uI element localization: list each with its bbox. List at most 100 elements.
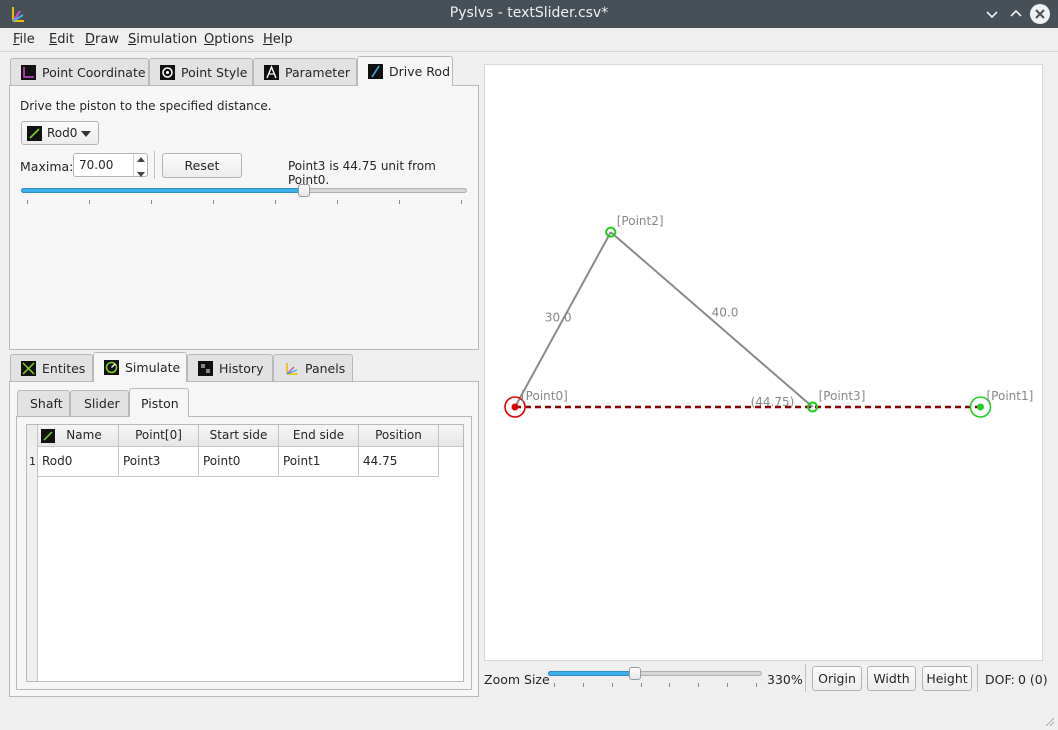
tab-label: Parameter bbox=[285, 65, 351, 80]
parameter-icon bbox=[264, 65, 279, 80]
menu-bar: File Edit Draw Simulation Options Help bbox=[0, 28, 1058, 52]
height-button[interactable]: Height bbox=[922, 666, 972, 691]
separator bbox=[154, 151, 155, 179]
link-length-label: 30.0 bbox=[545, 311, 572, 325]
column-header-start-side[interactable]: Start side bbox=[199, 425, 279, 447]
slider-tick bbox=[669, 683, 670, 687]
slider-fill bbox=[548, 671, 635, 676]
tab-label: Simulate bbox=[125, 360, 181, 375]
slider-tick bbox=[399, 200, 400, 204]
tab-slider[interactable]: Slider bbox=[70, 390, 129, 416]
tab-label: Entites bbox=[42, 361, 86, 376]
joint-point bbox=[511, 403, 519, 411]
tab-piston[interactable]: Piston bbox=[129, 388, 189, 417]
tab-label: Point Style bbox=[181, 65, 248, 80]
origin-button[interactable]: Origin bbox=[812, 666, 862, 691]
menu-options[interactable]: Options bbox=[204, 32, 254, 47]
column-header-position[interactable]: Position bbox=[359, 425, 439, 447]
slider-tick bbox=[213, 200, 214, 204]
title-bar: Pyslvs - textSlider.csv* bbox=[0, 0, 1058, 28]
slider-tick bbox=[641, 683, 642, 687]
rod-icon bbox=[27, 125, 42, 141]
maxima-spinbox[interactable]: 70.00 bbox=[73, 153, 148, 177]
cell-point0[interactable]: Point3 bbox=[119, 447, 199, 477]
chevron-up-icon bbox=[1010, 9, 1022, 17]
rod-select-value: Rod0 bbox=[47, 126, 78, 140]
cell-start-side[interactable]: Point0 bbox=[199, 447, 279, 477]
point-label: [Point2] bbox=[617, 214, 664, 228]
point-label: [Point0] bbox=[521, 389, 568, 403]
tab-point-style[interactable]: Point Style bbox=[149, 58, 253, 86]
drive-rod-icon bbox=[368, 64, 383, 79]
menu-draw[interactable]: Draw bbox=[85, 32, 119, 47]
slider-tick bbox=[612, 683, 613, 687]
minimize-button[interactable] bbox=[982, 4, 1002, 24]
close-button[interactable] bbox=[1030, 4, 1050, 24]
width-button[interactable]: Width bbox=[867, 666, 916, 691]
tab-parameter[interactable]: Parameter bbox=[253, 58, 357, 86]
tab-label: Drive Rod bbox=[389, 64, 451, 79]
point-label: [Point3] bbox=[819, 389, 866, 403]
slider-tick bbox=[554, 683, 555, 687]
column-header-point0[interactable]: Point[0] bbox=[119, 425, 199, 447]
slider-tick bbox=[698, 683, 699, 687]
slider-tick bbox=[583, 683, 584, 687]
separator bbox=[805, 664, 806, 692]
tab-entites[interactable]: Entites bbox=[10, 354, 93, 382]
menu-file[interactable]: File bbox=[13, 32, 35, 47]
chevron-down-icon bbox=[81, 131, 91, 137]
table-header: Name Point[0] Start side End side Positi… bbox=[27, 425, 463, 447]
point-coordinate-icon bbox=[21, 65, 36, 80]
rod-select[interactable]: Rod0 bbox=[21, 121, 99, 145]
corner-cell bbox=[27, 425, 38, 447]
slider-tick bbox=[89, 200, 90, 204]
size-grip-icon[interactable] bbox=[1044, 716, 1054, 726]
history-icon bbox=[198, 361, 213, 376]
cell-name[interactable]: Rod0 bbox=[38, 447, 119, 477]
tab-drive-rod[interactable]: Drive Rod bbox=[357, 56, 453, 86]
spin-arrows[interactable] bbox=[133, 154, 147, 177]
cell-end-side[interactable]: Point1 bbox=[279, 447, 359, 477]
zoom-slider[interactable] bbox=[548, 664, 762, 687]
column-header-label: Name bbox=[66, 428, 102, 442]
row-index: 1 bbox=[27, 447, 38, 477]
panels-icon bbox=[286, 363, 298, 375]
tab-label: Panels bbox=[305, 361, 346, 376]
zoom-label: Zoom Size bbox=[484, 672, 550, 687]
spin-down-icon bbox=[136, 172, 145, 177]
table-row[interactable]: 1 Rod0 Point3 Point0 Point1 44.75 bbox=[27, 447, 439, 477]
spin-up-icon bbox=[136, 157, 145, 162]
tab-point-coordinate[interactable]: Point Coordinate bbox=[10, 58, 149, 86]
row-header-strip bbox=[27, 447, 38, 681]
dof-value: 0 (0) bbox=[1018, 672, 1048, 687]
tab-panels[interactable]: Panels bbox=[273, 354, 353, 382]
column-header-end-side[interactable]: End side bbox=[279, 425, 359, 447]
menu-simulation[interactable]: Simulation bbox=[128, 32, 197, 47]
reset-button[interactable]: Reset bbox=[162, 153, 242, 178]
window-title: Pyslvs - textSlider.csv* bbox=[449, 5, 609, 21]
tab-label: History bbox=[219, 361, 264, 376]
cell-position[interactable]: 44.75 bbox=[359, 447, 439, 477]
maximize-button[interactable] bbox=[1006, 4, 1026, 24]
drive-rod-slider[interactable] bbox=[21, 181, 467, 204]
drive-rod-description: Drive the piston to the specified distan… bbox=[20, 99, 272, 113]
tab-history[interactable]: History bbox=[187, 354, 273, 382]
simulate-panel: Shaft Slider Piston Name Point[0] Start … bbox=[9, 381, 479, 697]
piston-table: Name Point[0] Start side End side Positi… bbox=[26, 424, 464, 682]
piston-panel: Name Point[0] Start side End side Positi… bbox=[16, 416, 472, 690]
slider-handle[interactable] bbox=[629, 667, 641, 680]
maxima-value: 70.00 bbox=[79, 158, 114, 172]
slider-handle[interactable] bbox=[298, 184, 310, 197]
menu-help[interactable]: Help bbox=[263, 32, 293, 47]
mechanism-canvas[interactable]: (44.75) 30.0 40.0 [Point0] [Point1] [Point2] [… bbox=[484, 64, 1043, 661]
rod-distance-label: (44.75) bbox=[751, 395, 795, 409]
slider-tick bbox=[727, 683, 728, 687]
slider-tick bbox=[461, 200, 462, 204]
column-header-name[interactable]: Name bbox=[38, 425, 119, 447]
tab-simulate[interactable]: Simulate bbox=[93, 352, 187, 382]
tab-shaft[interactable]: Shaft bbox=[17, 390, 70, 416]
menu-edit[interactable]: Edit bbox=[49, 32, 74, 47]
point-style-icon bbox=[160, 65, 175, 80]
simulate-icon bbox=[104, 360, 119, 375]
mechanism-drawing[interactable]: (44.75) 30.0 40.0 [Point0] [Point1] [Point2] [… bbox=[485, 65, 1043, 661]
